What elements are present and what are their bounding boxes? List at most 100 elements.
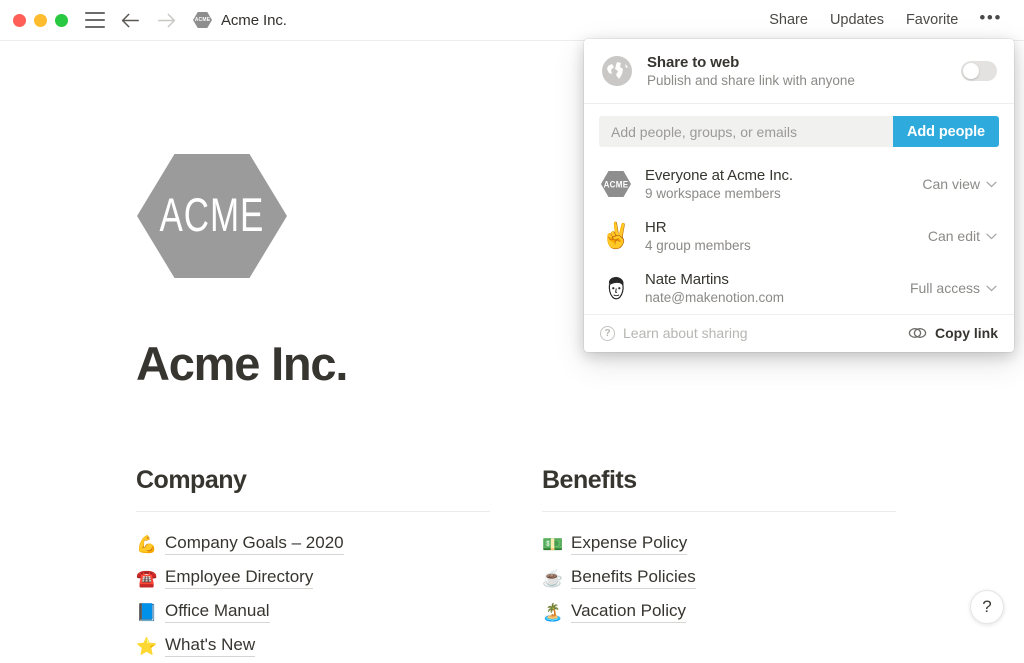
window-titlebar: ACME Acme Inc. Share Updates Favorite ••… xyxy=(0,0,1024,41)
user-face-avatar xyxy=(608,277,624,300)
list-item[interactable]: 🏝️ Vacation Policy xyxy=(542,595,896,629)
column-company: Company 💪 Company Goals – 2020 ☎️ Employ… xyxy=(136,466,490,663)
page-cover-logo: ACME xyxy=(137,154,287,278)
list-item-label[interactable]: Expense Policy xyxy=(571,533,688,555)
list-item[interactable]: ACME Everyone at Acme Inc. 9 workspace m… xyxy=(584,158,1014,210)
permission-dropdown[interactable]: Can edit xyxy=(920,228,997,244)
document-title: Acme Inc. xyxy=(221,11,287,29)
avatar xyxy=(601,273,631,303)
person-detail: nate@makenotion.com xyxy=(645,290,785,305)
favorite-button[interactable]: Favorite xyxy=(895,7,969,33)
permission-dropdown[interactable]: Can view xyxy=(914,176,997,192)
page-title: Acme Inc. xyxy=(136,337,348,390)
list-item-label[interactable]: Company Goals – 2020 xyxy=(165,533,344,555)
permission-label: Full access xyxy=(909,280,980,296)
person-detail: 4 group members xyxy=(645,238,751,253)
close-window-button[interactable] xyxy=(13,13,26,27)
share-to-web-toggle[interactable] xyxy=(961,61,997,81)
share-to-web-text: Share to web Publish and share link with… xyxy=(647,54,961,88)
hamburger-menu-icon[interactable] xyxy=(85,12,105,28)
list-item[interactable]: ☎️ Employee Directory xyxy=(136,561,490,595)
acme-hex-icon-label: ACME xyxy=(194,17,211,23)
globe-icon xyxy=(602,56,632,86)
chevron-down-icon xyxy=(986,181,997,187)
avatar: ✌️ xyxy=(600,221,632,251)
learn-about-sharing-link[interactable]: ? Learn about sharing xyxy=(600,325,748,341)
arrow-left-icon xyxy=(121,13,139,27)
add-people-input[interactable] xyxy=(599,116,894,147)
list-item-label[interactable]: Office Manual xyxy=(165,601,270,623)
column-benefits: Benefits 💵 Expense Policy ☕ Benefits Pol… xyxy=(542,466,896,663)
person-name: Nate Martins xyxy=(645,271,729,288)
help-button[interactable]: ? xyxy=(970,590,1004,624)
hamburger-line xyxy=(85,12,105,14)
acme-hex-icon: ACME xyxy=(193,12,212,29)
learn-about-sharing-label: Learn about sharing xyxy=(623,325,748,341)
link-icon xyxy=(908,328,927,338)
share-popup-footer: ? Learn about sharing Copy link xyxy=(584,314,1014,352)
column-heading: Company xyxy=(136,466,247,494)
share-to-web-subtitle: Publish and share link with anyone xyxy=(647,73,855,88)
victory-hand-icon: ✌️ xyxy=(600,221,632,250)
window-traffic-lights xyxy=(13,13,68,27)
heading-divider xyxy=(136,511,490,512)
hamburger-line xyxy=(85,26,105,28)
person-name: Everyone at Acme Inc. xyxy=(645,167,793,184)
permission-label: Can edit xyxy=(927,228,980,244)
banknote-icon: 💵 xyxy=(542,534,564,554)
person-name: HR xyxy=(645,219,667,236)
forward-button[interactable] xyxy=(155,9,177,31)
list-item[interactable]: 💵 Expense Policy xyxy=(542,527,896,561)
back-button[interactable] xyxy=(119,9,141,31)
list-item[interactable]: 💪 Company Goals – 2020 xyxy=(136,527,490,561)
list-item[interactable]: Nate Martins nate@makenotion.com Full ac… xyxy=(584,262,1014,314)
blue-book-icon: 📘 xyxy=(136,602,158,622)
updates-button[interactable]: Updates xyxy=(819,7,895,33)
coffee-icon: ☕ xyxy=(542,568,564,588)
list-item[interactable]: ☕ Benefits Policies xyxy=(542,561,896,595)
acme-hexagon-logo: ACME xyxy=(137,154,287,278)
hamburger-line xyxy=(85,19,105,21)
copy-link-label: Copy link xyxy=(934,325,998,341)
list-item[interactable]: ✌️ HR 4 group members Can edit xyxy=(584,210,1014,262)
list-item[interactable]: ⭐ What's New xyxy=(136,629,490,663)
list-item-label[interactable]: What's New xyxy=(165,635,256,657)
breadcrumb[interactable]: ACME Acme Inc. xyxy=(193,12,287,29)
star-icon: ⭐ xyxy=(136,636,158,656)
list-item[interactable]: 📘 Office Manual xyxy=(136,595,490,629)
acme-logo-text: ACME xyxy=(159,189,265,242)
toggle-knob xyxy=(963,63,979,79)
acme-hex-icon: ACME xyxy=(601,171,631,197)
person-info: HR 4 group members xyxy=(645,219,920,253)
share-to-web-title: Share to web xyxy=(647,54,740,71)
permission-dropdown[interactable]: Full access xyxy=(902,280,997,296)
permission-label: Can view xyxy=(922,176,980,192)
add-people-button[interactable]: Add people xyxy=(893,116,999,147)
invite-row: Add people xyxy=(584,104,1014,158)
column-heading: Benefits xyxy=(542,466,637,494)
person-info: Nate Martins nate@makenotion.com xyxy=(645,271,902,305)
chevron-down-icon xyxy=(986,285,997,291)
link-columns: Company 💪 Company Goals – 2020 ☎️ Employ… xyxy=(136,466,916,663)
list-item-label[interactable]: Benefits Policies xyxy=(571,567,696,589)
flexed-biceps-icon: 💪 xyxy=(136,534,158,554)
person-info: Everyone at Acme Inc. 9 workspace member… xyxy=(645,167,914,201)
titlebar-actions: Share Updates Favorite ••• xyxy=(758,7,1024,33)
person-detail: 9 workspace members xyxy=(645,186,781,201)
island-icon: 🏝️ xyxy=(542,602,564,622)
list-item-label[interactable]: Vacation Policy xyxy=(571,601,686,623)
telephone-icon: ☎️ xyxy=(136,568,158,588)
list-item-label[interactable]: Employee Directory xyxy=(165,567,314,589)
acme-hex-icon-label: ACME xyxy=(603,178,629,190)
question-mark-icon: ? xyxy=(600,325,615,341)
minimize-window-button[interactable] xyxy=(34,13,47,27)
share-popup: Share to web Publish and share link with… xyxy=(584,39,1014,352)
chevron-down-icon xyxy=(986,233,997,239)
maximize-window-button[interactable] xyxy=(55,13,68,27)
share-to-web-row: Share to web Publish and share link with… xyxy=(584,39,1014,104)
share-button[interactable]: Share xyxy=(758,7,819,33)
avatar: ACME xyxy=(601,169,631,199)
copy-link-button[interactable]: Copy link xyxy=(908,325,998,341)
more-options-icon[interactable]: ••• xyxy=(969,9,1012,32)
arrow-right-icon xyxy=(157,13,175,27)
